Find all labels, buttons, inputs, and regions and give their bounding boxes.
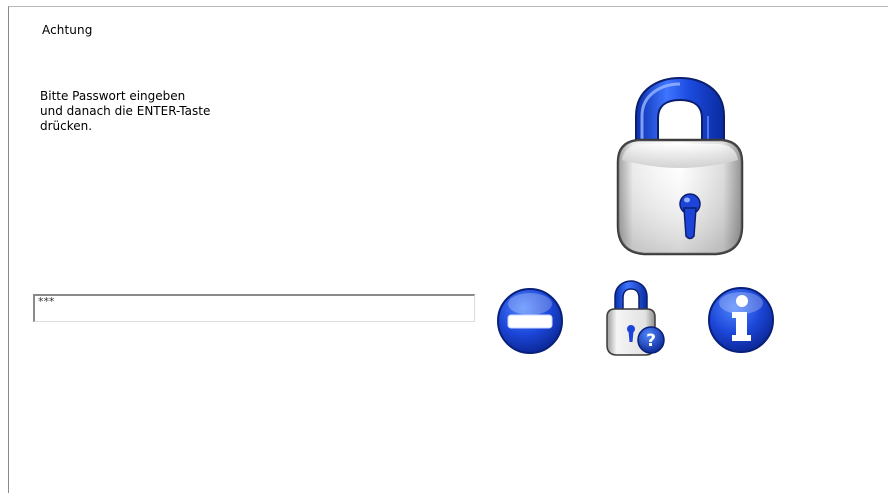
minus-circle-icon — [494, 284, 566, 356]
instruction-line-1: Bitte Passwort eingeben — [40, 89, 186, 103]
instruction-text: Bitte Passwort eingeben und danach die E… — [40, 89, 210, 134]
cancel-button[interactable] — [494, 284, 566, 356]
info-button[interactable] — [705, 283, 777, 355]
info-circle-icon — [705, 283, 777, 355]
password-input[interactable] — [33, 294, 475, 322]
padlock-icon — [608, 76, 752, 258]
svg-text:?: ? — [646, 331, 656, 351]
instruction-line-3: drücken. — [40, 119, 93, 133]
instruction-line-2: und danach die ENTER-Taste — [40, 104, 211, 118]
dialog-window: Achtung Bitte Passwort eingeben und dana… — [8, 6, 888, 493]
lock-help-button[interactable]: ? — [595, 279, 669, 357]
padlock-question-icon: ? — [595, 279, 669, 357]
dialog-title: Achtung — [42, 23, 93, 37]
